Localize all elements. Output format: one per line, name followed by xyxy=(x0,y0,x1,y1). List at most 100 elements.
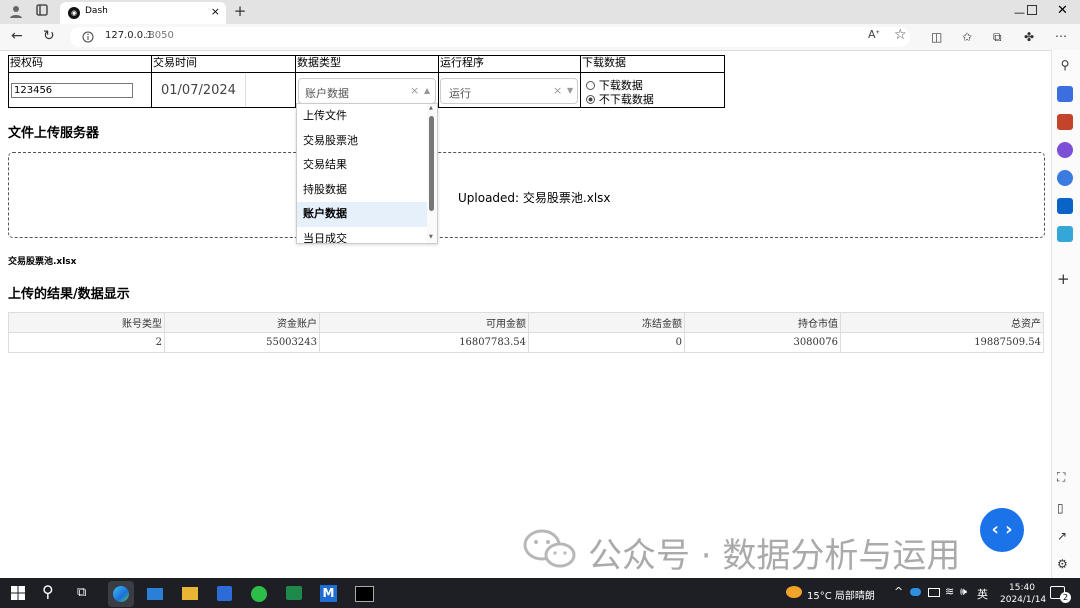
weather-icon[interactable] xyxy=(786,586,802,598)
menu-item-upload[interactable]: 上传文件 xyxy=(297,104,437,129)
info-icon[interactable] xyxy=(82,31,94,43)
favorites-icon[interactable]: ✩ xyxy=(962,29,972,45)
explorer-taskbar-icon[interactable] xyxy=(182,587,198,600)
cell-available[interactable]: 16807783.54 xyxy=(319,332,529,353)
dash-debug-button[interactable]: ‹ › xyxy=(980,508,1024,552)
scroll-thumb[interactable] xyxy=(429,116,434,211)
m-app-taskbar-icon[interactable]: M xyxy=(320,585,337,602)
program-cell: 运行 × ▼ xyxy=(438,72,581,108)
wifi-icon[interactable]: ≋ xyxy=(945,585,954,598)
header-data-type: 数据类型 xyxy=(295,55,439,73)
col-frozen[interactable]: 冻结金额 xyxy=(528,312,685,333)
address-bar[interactable]: 127.0.0.1 :8050 Aᐩ ☆ xyxy=(70,27,910,47)
search-icon[interactable]: ⚲ xyxy=(1057,57,1073,73)
chevron-down-icon[interactable]: ▼ xyxy=(567,86,573,95)
data-type-selected: 账户数据 xyxy=(305,87,349,100)
refresh-icon[interactable]: ↻ xyxy=(43,28,55,44)
more-menu-icon[interactable]: ⋯ xyxy=(1055,28,1067,44)
results-table: 账号类型 资金账户 可用金额 冻结金额 持仓市值 总资产 2 55003243 … xyxy=(8,312,1044,353)
volume-icon[interactable]: 🕪 xyxy=(960,585,967,599)
date-picker[interactable]: 01/07/2024 xyxy=(152,73,246,107)
url-port: :8050 xyxy=(145,30,174,41)
col-market-value[interactable]: 持仓市值 xyxy=(684,312,841,333)
tray-overflow-icon[interactable]: ^ xyxy=(894,585,903,598)
menu-scrollbar[interactable]: ▲ ▼ xyxy=(427,104,437,243)
header-auth-code: 授权码 xyxy=(8,55,152,73)
task-view-icon[interactable]: ⧉ xyxy=(77,585,86,600)
data-type-dropdown[interactable]: 账户数据 × ▲ xyxy=(298,78,436,104)
tools-icon[interactable] xyxy=(1057,114,1073,130)
program-clear-icon[interactable]: × xyxy=(553,84,562,97)
program-dropdown[interactable]: 运行 × ▼ xyxy=(440,78,578,104)
maximize-icon[interactable] xyxy=(1027,5,1037,15)
collections-icon[interactable]: ⧉ xyxy=(993,29,1002,45)
terminal-taskbar-icon[interactable] xyxy=(355,586,374,602)
ime-indicator[interactable]: 英 xyxy=(977,586,988,602)
scroll-up-icon[interactable]: ▲ xyxy=(429,105,433,111)
menu-item-account[interactable]: 账户数据 xyxy=(297,202,437,227)
browser-tab[interactable]: ◉ Dash × xyxy=(60,2,226,24)
dash-favicon-icon: ◉ xyxy=(68,7,80,19)
col-account-type[interactable]: 账号类型 xyxy=(8,312,165,333)
chevron-up-icon[interactable]: ▲ xyxy=(424,86,430,95)
split-screen-icon[interactable]: ◫ xyxy=(931,29,942,45)
close-window-icon[interactable]: ✕ xyxy=(1057,3,1068,18)
radio-no-download[interactable]: 不下载数据 xyxy=(586,91,654,107)
col-available[interactable]: 可用金额 xyxy=(319,312,529,333)
radio-checked-icon[interactable] xyxy=(586,94,595,104)
auth-cell xyxy=(8,72,152,108)
menu-item-today-deals[interactable]: 当日成交 xyxy=(297,227,437,243)
upload-dropzone[interactable]: Uploaded: 交易股票池.xlsx xyxy=(8,152,1045,238)
header-trade-date: 交易时间 xyxy=(151,55,296,73)
edge-taskbar-icon[interactable] xyxy=(108,581,134,607)
radio-circle-icon[interactable] xyxy=(586,80,595,90)
sidebar-toggle-icon[interactable]: ▯ xyxy=(1057,500,1064,516)
settings-gear-icon[interactable]: ⚙ xyxy=(1057,556,1068,572)
profile-icon[interactable] xyxy=(8,4,24,22)
tab-close-icon[interactable]: × xyxy=(211,5,220,18)
copilot-icon[interactable] xyxy=(1057,170,1073,186)
games-icon[interactable] xyxy=(1057,142,1073,158)
auth-code-input[interactable] xyxy=(11,83,133,98)
cell-market-value[interactable]: 3080076 xyxy=(684,332,841,353)
favorite-star-icon[interactable]: ☆ xyxy=(894,27,907,43)
col-fund-account[interactable]: 资金账户 xyxy=(164,312,320,333)
wechat-logo-icon xyxy=(522,527,578,574)
clear-selection-icon[interactable]: × xyxy=(410,84,419,97)
shopping-icon[interactable] xyxy=(1057,86,1073,102)
taskbar-search-icon[interactable]: ⚲ xyxy=(42,582,54,601)
clock[interactable]: 15:40 2024/1/14 xyxy=(1000,582,1046,606)
open-external-icon[interactable]: ↗ xyxy=(1057,528,1067,544)
add-sidebar-icon[interactable]: + xyxy=(1057,271,1070,287)
back-icon[interactable]: ← xyxy=(11,28,23,44)
menu-item-trade-result[interactable]: 交易结果 xyxy=(297,153,437,178)
col-total-assets[interactable]: 总资产 xyxy=(840,312,1044,333)
outlook-icon[interactable] xyxy=(1057,198,1073,214)
weather-text[interactable]: 15°C 局部晴朗 xyxy=(807,587,875,602)
battery-icon[interactable] xyxy=(928,588,940,597)
app-taskbar-icon[interactable] xyxy=(286,586,302,600)
extension-icon[interactable]: ✤ xyxy=(1024,29,1034,45)
minimize-icon[interactable]: — xyxy=(1014,6,1025,19)
menu-item-holdings[interactable]: 持股数据 xyxy=(297,178,437,203)
wechat-taskbar-icon[interactable] xyxy=(251,586,267,602)
mail-taskbar-icon[interactable] xyxy=(147,588,163,600)
screenshot-icon[interactable]: ⛶ xyxy=(1057,469,1065,485)
upload-status: Uploaded: 交易股票池.xlsx xyxy=(458,191,611,205)
tab-actions-icon[interactable] xyxy=(34,4,50,20)
table-header-row: 账号类型 资金账户 可用金额 冻结金额 持仓市值 总资产 xyxy=(8,312,1044,333)
cell-account-type[interactable]: 2 xyxy=(8,332,165,353)
scroll-down-icon[interactable]: ▼ xyxy=(429,234,433,240)
read-aloud-icon[interactable]: Aᐩ xyxy=(868,28,880,41)
cell-total-assets[interactable]: 19887509.54 xyxy=(840,332,1044,353)
drop-icon[interactable] xyxy=(1057,226,1073,242)
cell-fund-account[interactable]: 55003243 xyxy=(164,332,320,353)
menu-item-stock-pool[interactable]: 交易股票池 xyxy=(297,129,437,154)
new-tab-icon[interactable]: + xyxy=(232,3,248,19)
onedrive-icon[interactable] xyxy=(910,588,921,596)
notification-count: 2 xyxy=(1060,592,1071,603)
store-taskbar-icon[interactable] xyxy=(217,586,232,601)
windows-start-icon[interactable] xyxy=(11,586,25,603)
cell-frozen[interactable]: 0 xyxy=(528,332,685,353)
radio-no-download-label: 不下载数据 xyxy=(598,93,654,106)
